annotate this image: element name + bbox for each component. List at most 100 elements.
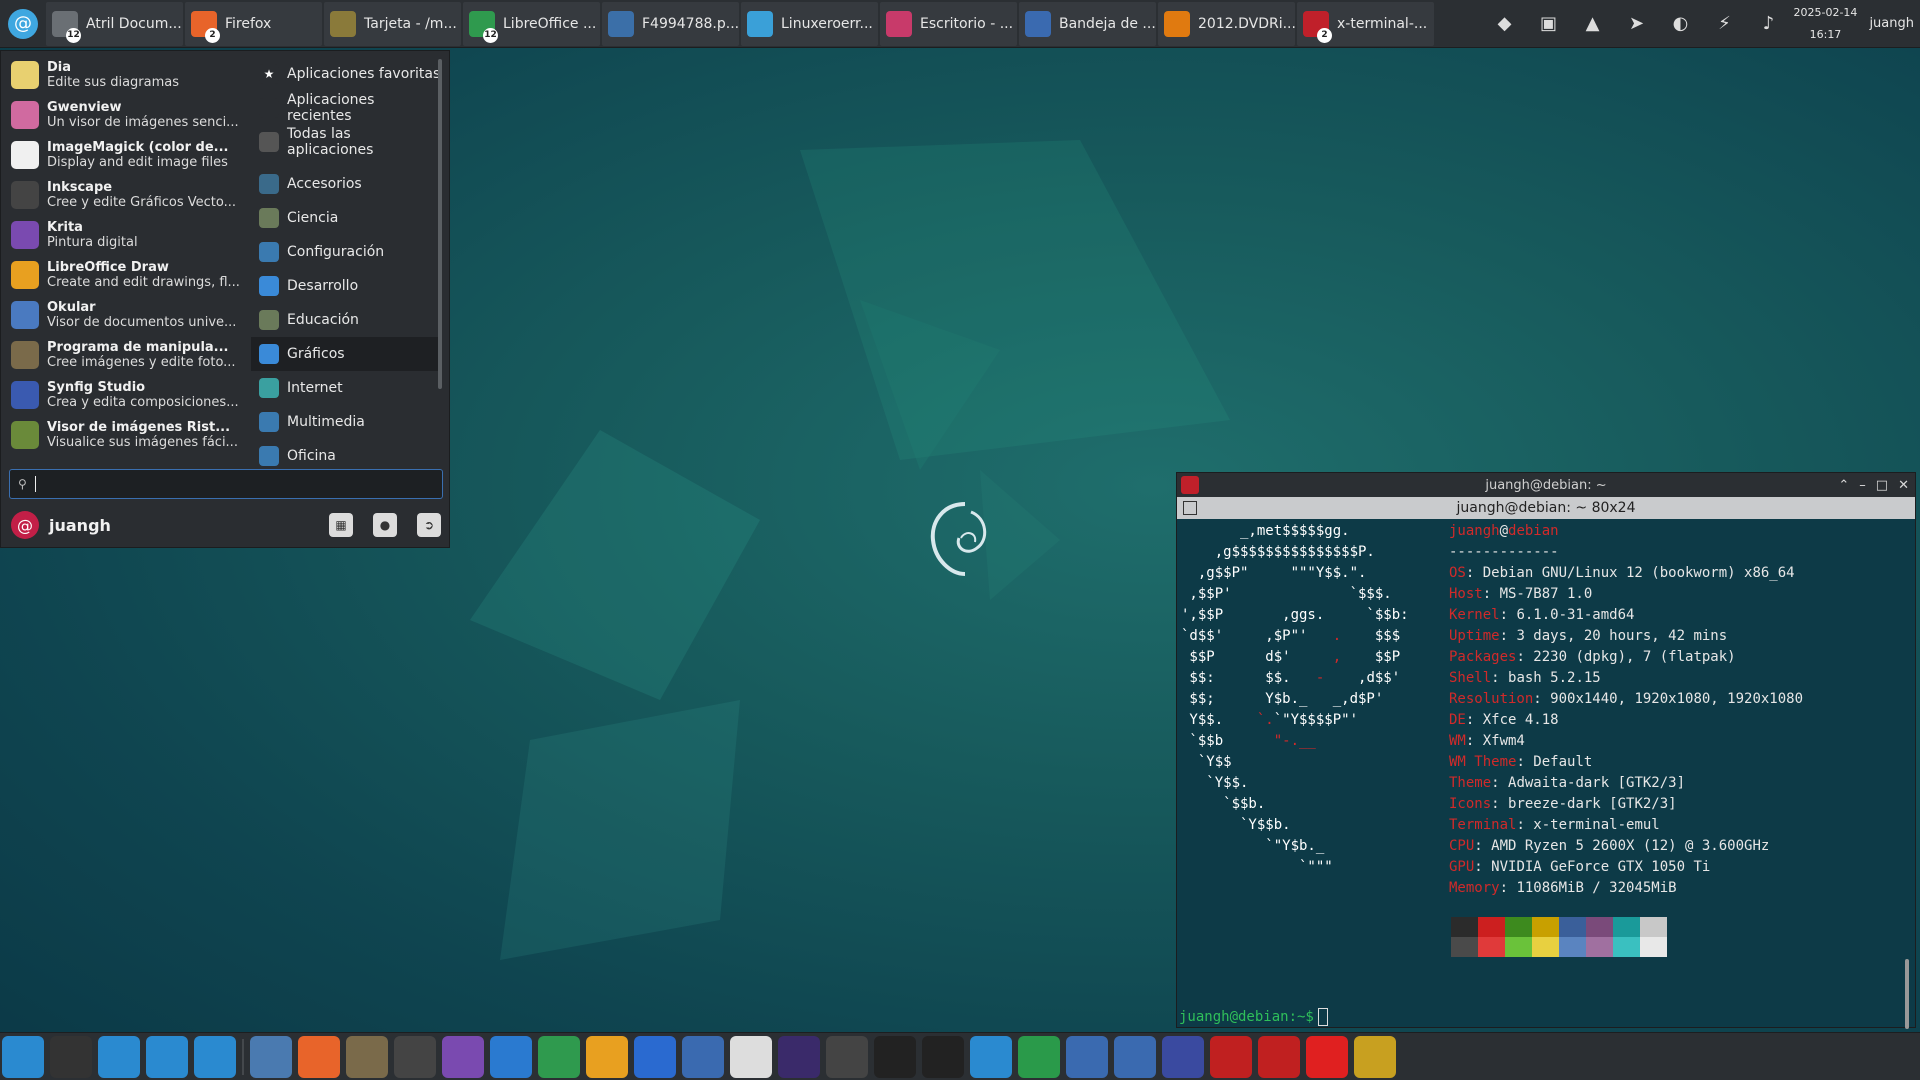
category-item[interactable]: ★ Aplicaciones favoritas [251,57,441,91]
terminal-size-title: juangh@debian: ~ 80x24 [1456,500,1636,516]
dia-icon [11,61,39,89]
category-item[interactable]: Configuración [251,235,441,269]
minimize-button[interactable]: – [1859,478,1866,493]
settings-manager-button[interactable]: ▦ [329,513,353,537]
notifications-bell-icon[interactable]: ♪ [1756,11,1782,37]
log-out-button[interactable]: ➲ [417,513,441,537]
blocked-icon[interactable] [1210,1035,1252,1078]
category-scrollbar[interactable] [438,59,442,389]
terminal-scrollbar[interactable] [1905,959,1909,1029]
terminal-titlebar[interactable]: juangh@debian: ~ ⌃ – □ ✕ [1177,473,1915,497]
task-button[interactable]: 2012.DVDRi... [1158,1,1295,46]
maximize-button[interactable]: □ [1876,478,1888,493]
app-name: LibreOffice Draw [47,260,169,275]
network-icon[interactable]: ▣ [1536,11,1562,37]
show-desktop-icon[interactable] [2,1035,44,1078]
chromium-icon[interactable] [634,1035,676,1078]
file-manager-icon[interactable] [98,1035,140,1078]
task-button[interactable]: Linuxeroerr... [741,1,878,46]
app-item[interactable]: Programa de manipula... Cree imágenes y … [7,335,243,375]
category-item[interactable]: Oficina [251,439,441,473]
obs-icon[interactable] [922,1035,964,1078]
app-finder-icon[interactable] [194,1035,236,1078]
clock[interactable]: 2025-02-14 16:17 [1794,2,1858,46]
category-label: Todas las aplicaciones [287,126,374,158]
category-item[interactable]: Aplicaciones recientes [251,91,441,125]
app-item[interactable]: LibreOffice Draw Create and edit drawing… [7,255,243,295]
task-button[interactable]: 12 Atril Docum... [46,1,183,46]
info-value: 2230 (dpkg), 7 (flatpak) [1533,649,1736,665]
headset-icon[interactable] [1018,1035,1060,1078]
power-icon[interactable]: ⚡ [1712,11,1738,37]
info-value: 11086MiB / 32045MiB [1516,880,1677,896]
task-button[interactable]: Bandeja de ... [1019,1,1156,46]
app-name: ImageMagick (color de... [47,140,229,155]
vlc-tray-icon[interactable]: ▲ [1580,11,1606,37]
thunderbird-icon[interactable] [682,1035,724,1078]
telescope-icon[interactable] [826,1035,868,1078]
category-item[interactable]: Multimedia [251,405,441,439]
libreoffice-writer-icon[interactable] [490,1035,532,1078]
science-icon [259,208,279,228]
task-button[interactable]: 2 x-terminal-... [1297,1,1434,46]
category-item[interactable]: Educación [251,303,441,337]
file-icon[interactable] [730,1035,772,1078]
app-item[interactable]: Krita Pintura digital [7,215,243,255]
blocked-icon[interactable] [1258,1035,1300,1078]
kdenlive-icon[interactable] [1066,1035,1108,1078]
task-button[interactable]: 12 LibreOffice ... [463,1,600,46]
terminal-output[interactable]: _,met$$$$$gg. ,g$$$$$$$$$$$$$$$P. ,g$$P"… [1177,519,1915,1029]
multimedia-icon [259,412,279,432]
lock-screen-button[interactable]: ● [373,513,397,537]
anydesk-icon[interactable]: ◆ [1492,11,1518,37]
category-item[interactable]: Internet [251,371,441,405]
category-item[interactable]: Desarrollo [251,269,441,303]
anydesk-icon[interactable] [1306,1035,1348,1078]
app-item[interactable]: Okular Visor de documentos unive... [7,295,243,335]
close-button[interactable]: ✕ [1898,478,1909,493]
app-item[interactable]: Synfig Studio Crea y edita composiciones… [7,375,243,415]
search-field[interactable]: ⚲ [9,469,443,499]
app-item[interactable]: Dia Edite sus diagramas [7,55,243,95]
app-item[interactable]: ImageMagick (color de... Display and edi… [7,135,243,175]
task-button[interactable]: Tarjeta - /m... [324,1,461,46]
libreoffice-impress-icon[interactable] [586,1035,628,1078]
web-browser-icon[interactable] [146,1035,188,1078]
category-item[interactable]: Todas las aplicaciones [251,125,441,159]
krita-icon[interactable] [442,1035,484,1078]
panel-user-name[interactable]: juangh [1869,16,1914,31]
category-item[interactable]: Accesorios [251,167,441,201]
app-item[interactable]: Gwenview Un visor de imágenes senci... [7,95,243,135]
audacity-icon[interactable] [874,1035,916,1078]
color-palette [1451,917,1667,957]
inkscape-icon[interactable] [394,1035,436,1078]
window-count-badge: 2 [205,27,220,43]
stellarium-icon[interactable] [778,1035,820,1078]
shell-prompt[interactable]: juangh@debian:~$ [1179,1007,1328,1028]
gimp-icon[interactable] [346,1035,388,1078]
task-button[interactable]: 2 Firefox [185,1,322,46]
volume-icon[interactable]: ◐ [1668,11,1694,37]
synfig-icon [11,381,39,409]
libreoffice-calc-icon[interactable] [538,1035,580,1078]
app-item[interactable]: Inkscape Cree y edite Gráficos Vecto... [7,175,243,215]
photo-manager-icon[interactable] [1114,1035,1156,1078]
remote-desktop-icon[interactable] [970,1035,1012,1078]
app-item[interactable]: Visor de imágenes Rist... Visualice sus … [7,415,243,455]
task-button[interactable]: F4994788.p... [602,1,739,46]
desktop-icon [886,10,912,37]
info-line: GPU: NVIDIA GeForce GTX 1050 Ti [1449,859,1711,875]
category-item[interactable]: Ciencia [251,201,441,235]
folder-icon[interactable] [250,1035,292,1078]
shade-button[interactable]: ⌃ [1838,478,1849,493]
stellarium-icon[interactable] [1162,1035,1204,1078]
task-button[interactable]: Escritorio - ... [880,1,1017,46]
teapot-icon[interactable] [1354,1035,1396,1078]
applications-menu-button[interactable]: @ [0,0,46,48]
category-item[interactable]: Gráficos [251,337,441,371]
telegram-tray-icon[interactable]: ➤ [1624,11,1650,37]
firefox-icon[interactable] [298,1035,340,1078]
task-label: Escritorio - ... [920,15,1014,32]
terminal-icon[interactable] [50,1035,92,1078]
terminal-window: juangh@debian: ~ ⌃ – □ ✕ juangh@debian: … [1176,472,1916,1029]
